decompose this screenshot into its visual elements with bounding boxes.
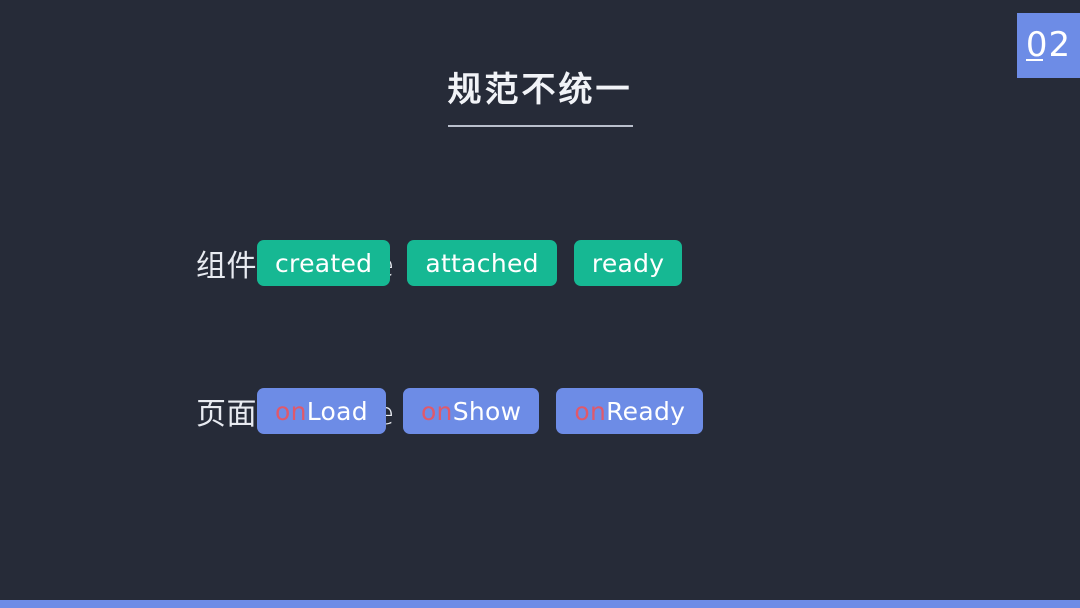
- bottom-accent-bar: [0, 600, 1080, 608]
- chip-ready[interactable]: ready: [573, 240, 683, 286]
- chip-attached-label: attached: [425, 248, 539, 278]
- chip-onload-label: Load: [306, 396, 368, 426]
- section-number-label: 02: [1025, 24, 1072, 65]
- chip-onshow-prefix: on: [420, 396, 453, 426]
- lifecycle-row-page: 页面 lifecycle onLoad onShow onReady: [0, 378, 1080, 444]
- page-title: 规范不统一: [447, 70, 633, 127]
- chip-onload[interactable]: on Load: [257, 388, 386, 434]
- chip-group-component: created attached ready: [257, 240, 683, 286]
- chip-onshow[interactable]: on Show: [402, 388, 540, 434]
- chip-onready-label: Ready: [606, 396, 686, 426]
- lifecycle-row-component: 组件 lifecycle created attached ready: [0, 230, 1080, 296]
- chip-created-label: created: [275, 248, 373, 278]
- slide-title-container: 规范不统一: [0, 70, 1080, 127]
- chip-onready-prefix: on: [574, 396, 607, 426]
- section-number-badge: 02: [1017, 13, 1080, 78]
- chip-ready-label: ready: [591, 248, 665, 278]
- chip-onload-prefix: on: [275, 396, 307, 426]
- chip-onshow-label: Show: [452, 396, 522, 426]
- slide-canvas: 02 规范不统一 组件 lifecycle created attached r…: [0, 0, 1080, 608]
- chip-attached[interactable]: attached: [407, 240, 557, 286]
- chip-created[interactable]: created: [257, 240, 391, 286]
- chip-onready[interactable]: on Ready: [556, 388, 704, 434]
- row-label-page: 页面 lifecycle: [196, 397, 394, 432]
- lifecycle-rows: 组件 lifecycle created attached ready 页面 l…: [0, 230, 1080, 444]
- chip-group-page: on Load on Show on Ready: [257, 388, 704, 434]
- row-label-component: 组件 lifecycle: [196, 249, 394, 284]
